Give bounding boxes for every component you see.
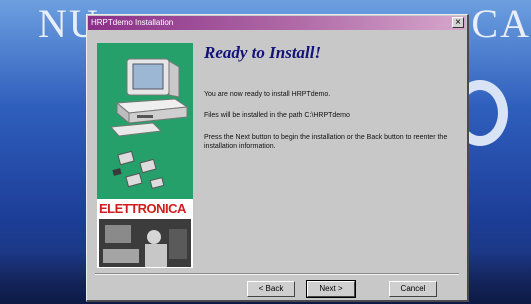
magazine-photo (99, 219, 191, 267)
background-title-right: CA (471, 2, 531, 46)
dialog-titlebar[interactable]: HRPTdemo Installation × (88, 16, 466, 30)
setup-side-panel: ELETTRONICA (97, 43, 193, 268)
page-heading: Ready to Install! (204, 43, 322, 62)
close-button[interactable]: × (452, 17, 464, 28)
install-path-message: Files will be installed in the path C:\H… (204, 112, 350, 119)
ready-message: You are now ready to install HRPTdemo. (204, 91, 331, 98)
back-button[interactable]: < Back (247, 281, 295, 297)
cancel-button[interactable]: Cancel (389, 281, 437, 297)
next-button[interactable]: Next > (306, 280, 356, 298)
close-icon: × (455, 17, 461, 28)
chip-icon (112, 150, 165, 190)
computer-illustration (109, 58, 189, 190)
magazine-name: ELETTRONICA (99, 201, 186, 216)
instructions-message: Press the Next button to begin the insta… (204, 134, 448, 150)
button-separator (95, 273, 459, 275)
installer-dialog: HRPTdemo Installation × ELETTRONICA Read… (86, 14, 469, 302)
dialog-title: HRPTdemo Installation (91, 18, 174, 27)
